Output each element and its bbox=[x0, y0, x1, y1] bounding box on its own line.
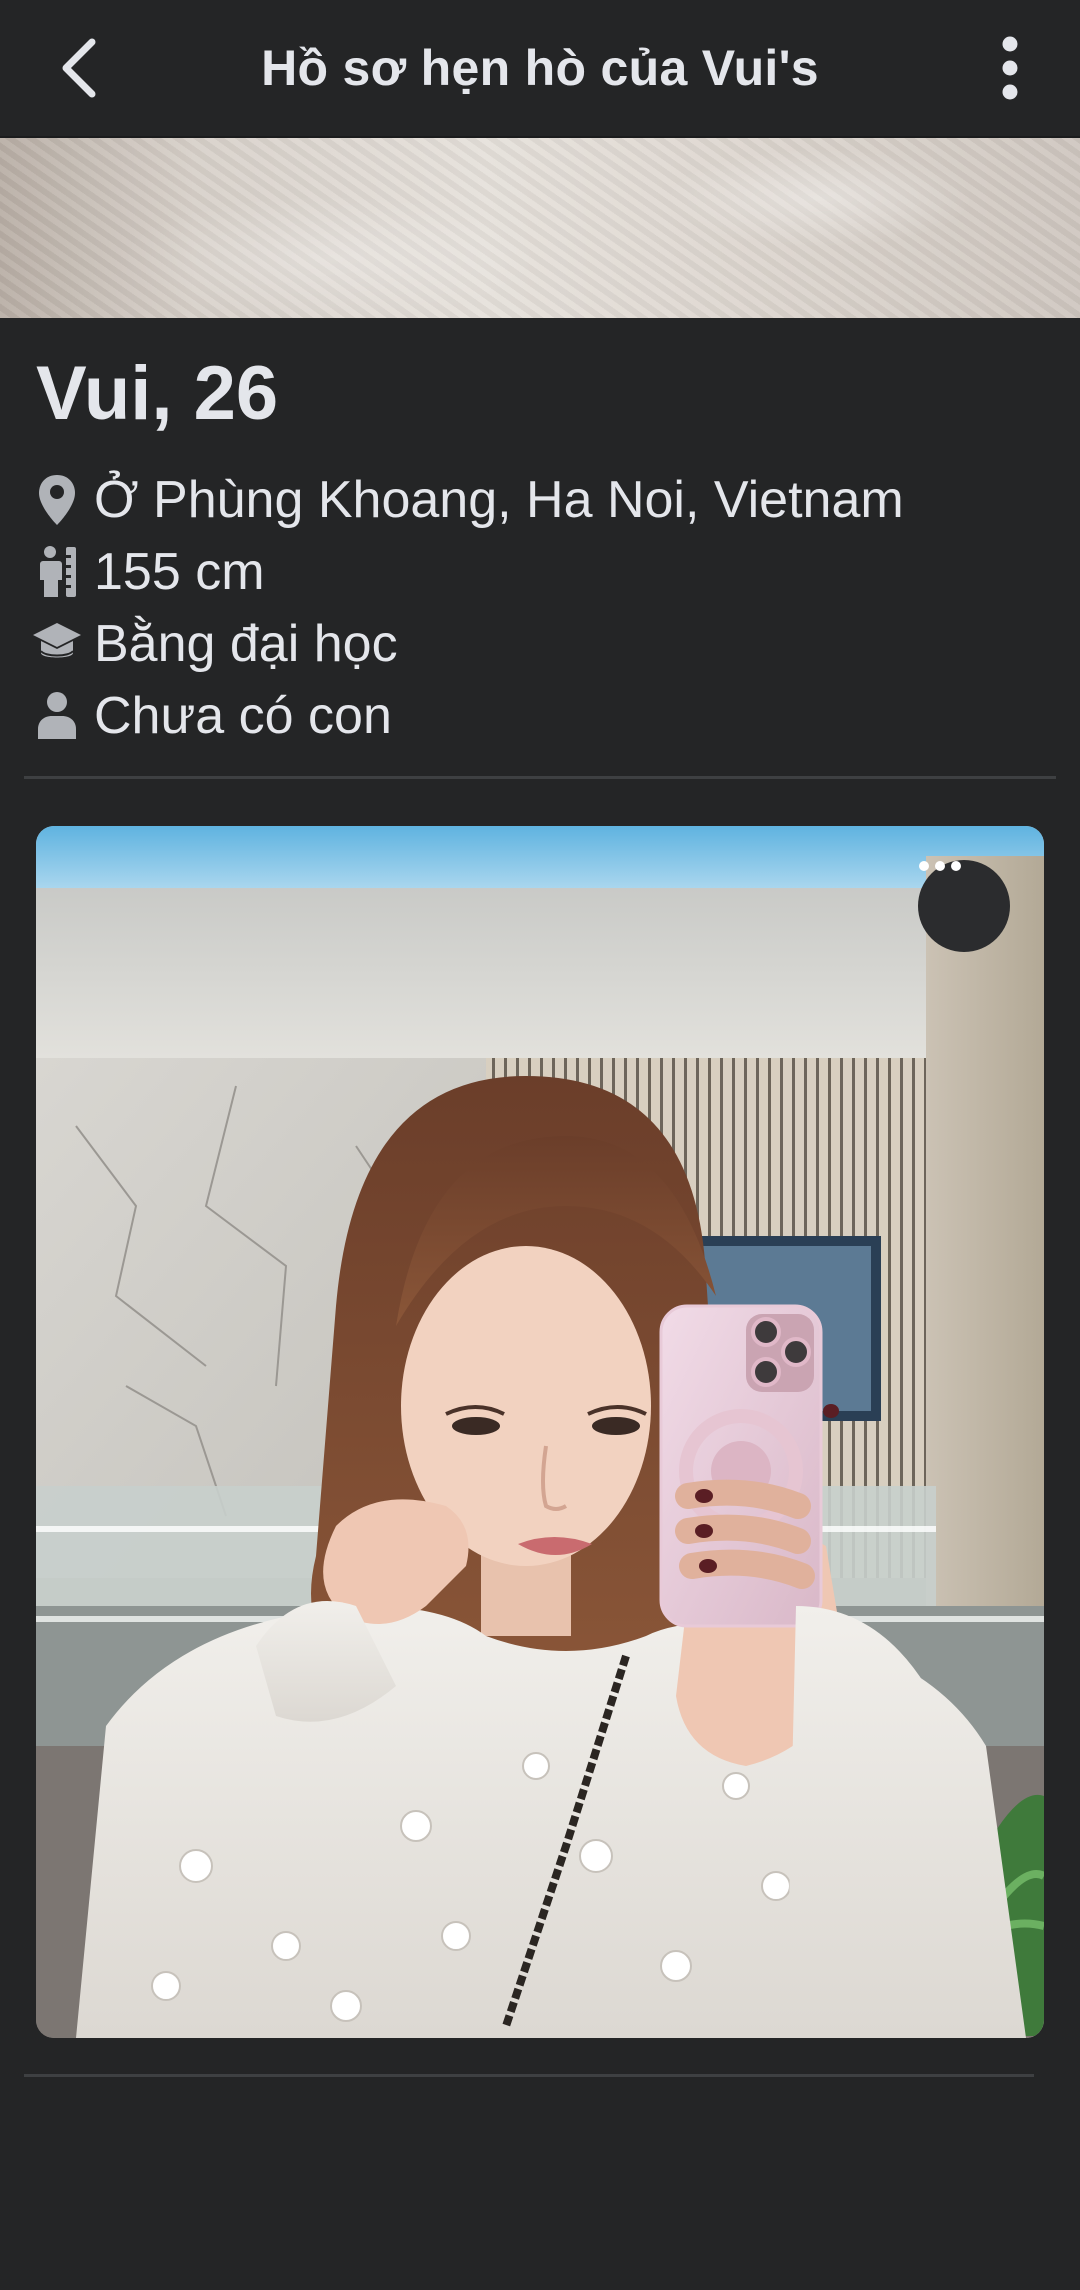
detail-children: Chưa có con bbox=[30, 686, 392, 746]
photo-options-button[interactable] bbox=[918, 860, 1010, 952]
detail-location: Ở Phùng Khoang, Ha Noi, Vietnam bbox=[30, 470, 904, 530]
back-button[interactable] bbox=[40, 28, 120, 108]
section-divider bbox=[24, 2074, 1034, 2077]
graduation-cap-icon bbox=[30, 614, 84, 674]
detail-children-text: Chưa có con bbox=[94, 687, 392, 745]
profile-name-age: Vui, 26 bbox=[36, 351, 279, 436]
detail-education: Bằng đại học bbox=[30, 614, 398, 674]
profile-photo[interactable] bbox=[36, 826, 1044, 2038]
height-icon bbox=[30, 542, 84, 602]
section-divider bbox=[24, 776, 1056, 779]
detail-height-text: 155 cm bbox=[94, 543, 265, 601]
person-icon bbox=[30, 686, 84, 746]
dating-profile-screen: Hồ sơ hẹn hò của Vui's Vui, 26 Ở Phùng K… bbox=[0, 0, 1080, 2290]
more-options-button[interactable] bbox=[980, 28, 1040, 108]
page-title: Hồ sơ hẹn hò của Vui's bbox=[261, 40, 819, 96]
horizontal-ellipsis-icon bbox=[919, 861, 961, 871]
vertical-ellipsis-icon bbox=[1002, 36, 1018, 100]
cover-photo[interactable] bbox=[0, 136, 1080, 318]
top-app-bar: Hồ sơ hẹn hò của Vui's bbox=[0, 0, 1080, 136]
detail-education-text: Bằng đại học bbox=[94, 615, 398, 673]
detail-height: 155 cm bbox=[30, 542, 265, 602]
chevron-left-icon bbox=[62, 38, 96, 98]
location-pin-icon bbox=[30, 470, 84, 530]
detail-location-text: Ở Phùng Khoang, Ha Noi, Vietnam bbox=[94, 471, 904, 529]
photo-scene bbox=[36, 826, 1044, 2038]
